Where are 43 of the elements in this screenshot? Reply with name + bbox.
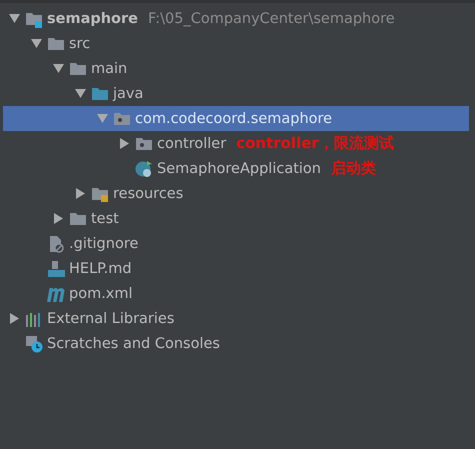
- item-label: Scratches and Consoles: [47, 336, 220, 352]
- tree-item[interactable]: main: [3, 56, 469, 81]
- tree-item[interactable]: HELP.md: [3, 256, 469, 281]
- tree-item[interactable]: java: [3, 81, 469, 106]
- tree-item[interactable]: pom.xml: [3, 281, 469, 306]
- item-label: SemaphoreApplication: [157, 160, 321, 176]
- caret-right-icon[interactable]: [74, 188, 86, 199]
- tree-item[interactable]: controller controller，限流测试: [3, 131, 469, 156]
- markdown-file-icon: [47, 260, 65, 278]
- scratches-icon: [25, 334, 43, 352]
- item-label: controller: [157, 136, 226, 152]
- tree-item[interactable]: src: [3, 31, 469, 56]
- item-label: com.codecoord.semaphore: [135, 110, 332, 126]
- item-label: java: [113, 86, 144, 102]
- tree-item[interactable]: resources: [3, 181, 469, 206]
- file-icon: [47, 234, 65, 252]
- caret-right-icon[interactable]: [118, 138, 130, 149]
- item-label: .gitignore: [69, 236, 138, 252]
- annotation-text: 启动类: [330, 159, 376, 178]
- caret-down-icon[interactable]: [74, 88, 86, 99]
- item-label: src: [69, 36, 90, 52]
- caret-right-icon[interactable]: [8, 313, 20, 324]
- tree-item[interactable]: .gitignore: [3, 231, 469, 256]
- tree-item[interactable]: SemaphoreApplication 启动类: [3, 156, 469, 181]
- item-label: pom.xml: [69, 286, 133, 302]
- item-label: External Libraries: [47, 310, 174, 326]
- tree-item[interactable]: External Libraries: [3, 306, 469, 331]
- item-label: HELP.md: [69, 260, 132, 276]
- tree-item[interactable]: Scratches and Consoles: [3, 331, 469, 356]
- annotation-text: controller，限流测试: [236, 134, 394, 153]
- tree-item[interactable]: com.codecoord.semaphore: [3, 106, 469, 131]
- caret-right-icon[interactable]: [52, 213, 64, 224]
- item-label: semaphore: [47, 10, 138, 26]
- item-label: main: [91, 60, 128, 76]
- class-icon: [135, 160, 153, 178]
- caret-down-icon[interactable]: [30, 38, 42, 49]
- caret-down-icon[interactable]: [8, 13, 20, 24]
- tree-item[interactable]: test: [3, 206, 469, 231]
- item-label: resources: [113, 186, 184, 202]
- caret-down-icon[interactable]: [52, 63, 64, 74]
- item-path: F:\05_CompanyCenter\semaphore: [148, 10, 395, 26]
- item-label: test: [91, 210, 119, 226]
- tree-item[interactable]: semaphore F:\05_CompanyCenter\semaphore: [3, 6, 469, 31]
